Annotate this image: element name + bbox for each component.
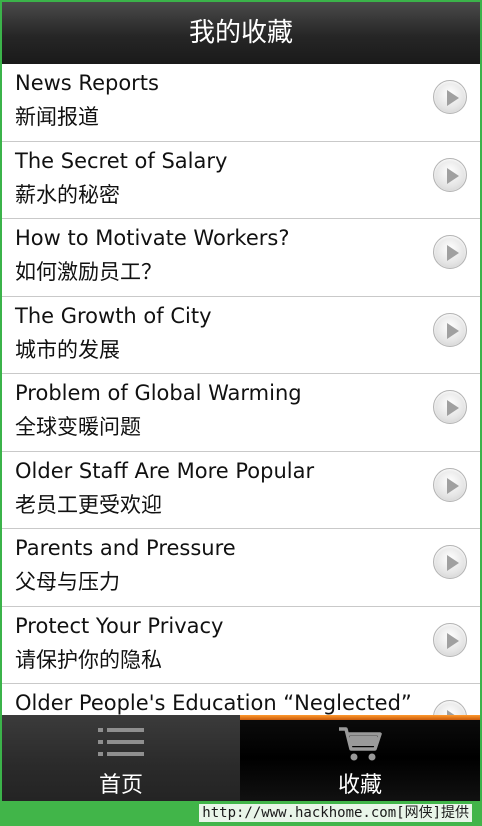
list-item[interactable]: How to Motivate Workers? 如何激励员工？ bbox=[2, 219, 480, 297]
list-item-title-zh: 薪水的秘密 bbox=[15, 182, 120, 207]
list-item-title-en: Protect Your Privacy bbox=[15, 613, 224, 638]
list-item[interactable]: News Reports 新闻报道 bbox=[2, 64, 480, 142]
list-item[interactable]: Protect Your Privacy 请保护你的隐私 bbox=[2, 607, 480, 684]
page-title: 我的收藏 bbox=[188, 18, 293, 48]
list-item-title-en: Older Staff Are More Popular bbox=[15, 458, 315, 483]
list-item-title-en: Problem of Global Warming bbox=[15, 381, 302, 405]
tab-favorites-label: 收藏 bbox=[337, 773, 382, 798]
list-item-title-zh: 父母与压力 bbox=[15, 570, 120, 594]
list-item-title-zh: 如何激励员工？ bbox=[15, 260, 162, 284]
list-item-title-en: The Growth of City bbox=[15, 303, 212, 328]
list-item-title-en: News Reports bbox=[15, 71, 159, 95]
play-arrow-icon[interactable] bbox=[433, 622, 467, 657]
favorites-list[interactable]: News Reports 新闻报道 The Secret of Salary 薪… bbox=[2, 64, 480, 715]
list-item[interactable]: Problem of Global Warming 全球变暖问题 bbox=[2, 374, 480, 452]
list-item-title-zh: 请保护你的隐私 bbox=[15, 647, 162, 672]
list-item-title-en: The Secret of Salary bbox=[15, 148, 228, 173]
list-item-title-en: Parents and Pressure bbox=[15, 536, 236, 560]
cart-icon bbox=[337, 725, 383, 767]
list-item-title-en: Older People's Education “Neglected” bbox=[15, 691, 412, 715]
play-arrow-icon[interactable] bbox=[433, 157, 467, 192]
play-arrow-icon[interactable] bbox=[433, 545, 467, 579]
bottom-tab-bar: 首页 收藏 bbox=[2, 715, 480, 801]
list-item-title-zh: 城市的发展 bbox=[15, 337, 120, 362]
list-item[interactable]: Older Staff Are More Popular 老员工更受欢迎 bbox=[2, 452, 480, 529]
tab-home[interactable]: 首页 bbox=[2, 715, 240, 801]
title-bar: 我的收藏 bbox=[2, 2, 480, 64]
play-arrow-icon[interactable] bbox=[433, 467, 467, 502]
list-item[interactable]: The Growth of City 城市的发展 bbox=[2, 297, 480, 374]
play-arrow-icon[interactable] bbox=[433, 312, 467, 347]
watermark-text: http://www.hackhome.com[网侠]提供 bbox=[199, 804, 472, 822]
play-arrow-icon[interactable] bbox=[433, 390, 467, 424]
tab-home-label: 首页 bbox=[98, 773, 143, 798]
list-item-title-zh: 新闻报道 bbox=[15, 105, 99, 129]
play-arrow-icon[interactable] bbox=[433, 235, 467, 269]
list-item[interactable]: Parents and Pressure 父母与压力 bbox=[2, 529, 480, 607]
list-icon bbox=[98, 725, 144, 763]
play-arrow-icon[interactable] bbox=[433, 700, 467, 715]
list-item[interactable]: The Secret of Salary 薪水的秘密 bbox=[2, 142, 480, 219]
tab-favorites[interactable]: 收藏 bbox=[240, 715, 480, 801]
play-arrow-icon[interactable] bbox=[433, 80, 467, 114]
list-item-title-zh: 老员工更受欢迎 bbox=[15, 492, 162, 517]
watermark-bar: http://www.hackhome.com[网侠]提供 bbox=[0, 801, 482, 826]
selected-tab-indicator bbox=[240, 715, 480, 720]
list-item-title-zh: 全球变暖问题 bbox=[15, 415, 141, 439]
list-item[interactable]: Older People's Education “Neglected” bbox=[2, 684, 480, 715]
list-item-title-en: How to Motivate Workers? bbox=[15, 226, 290, 250]
